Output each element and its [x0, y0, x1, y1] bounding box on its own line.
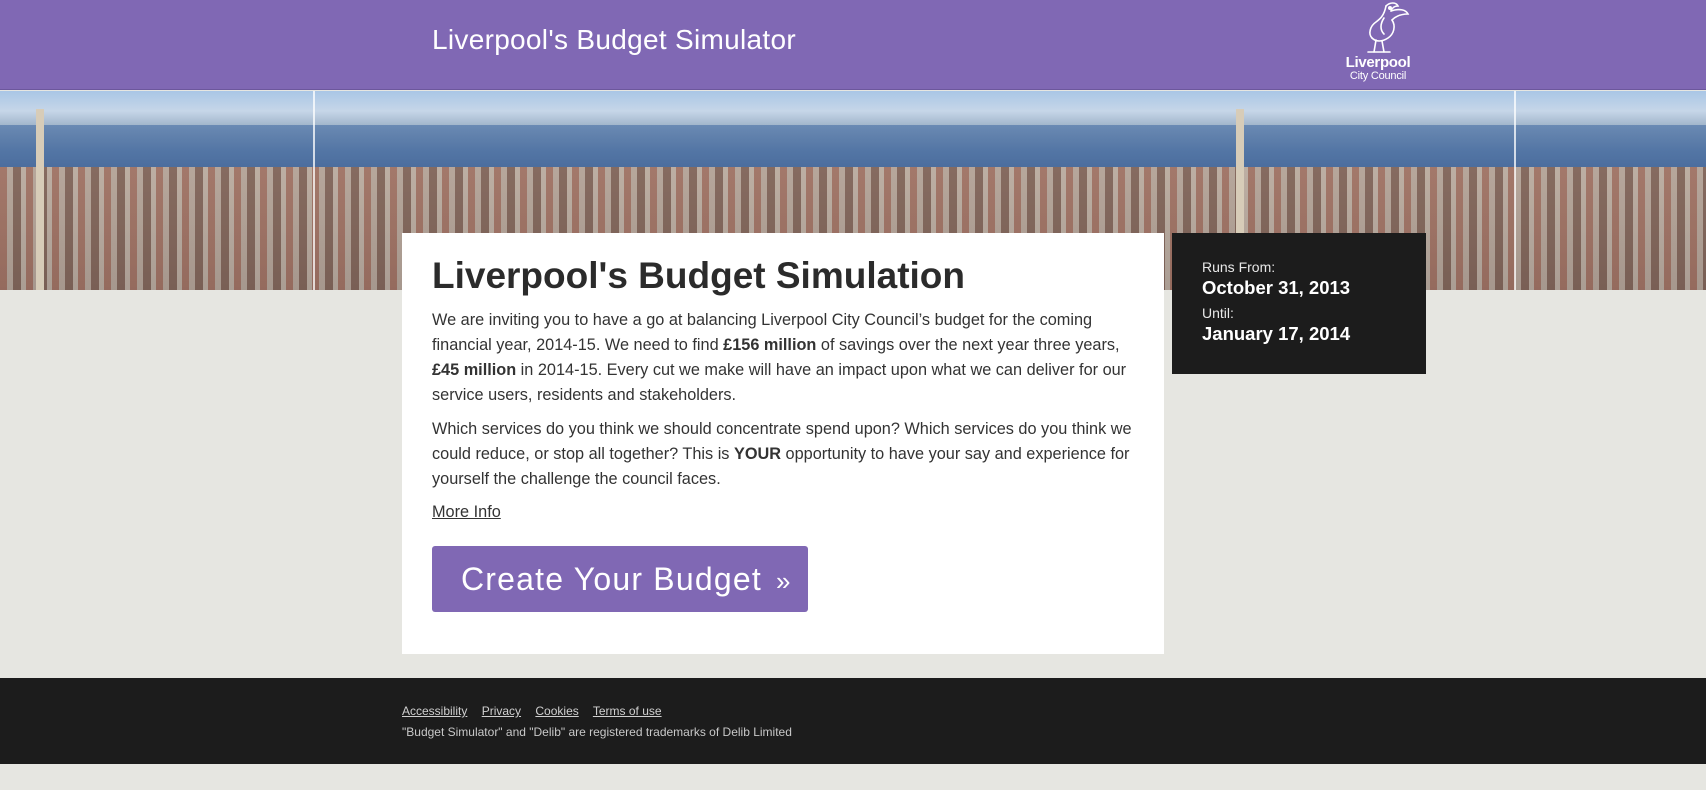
p2-highlight-your: YOUR [733, 445, 782, 463]
footer-link-privacy[interactable]: Privacy [482, 704, 521, 718]
council-logo[interactable]: Liverpool City Council [1338, 0, 1418, 88]
run-dates-panel: Runs From: October 31, 2013 Until: Janua… [1172, 233, 1426, 374]
intro-paragraph-1: We are inviting you to have a go at bala… [432, 308, 1137, 408]
runs-from-label: Runs From: [1202, 259, 1276, 275]
banner-divider-right [1514, 91, 1516, 290]
runs-from-date: October 31, 2013 [1202, 277, 1351, 298]
banner-tower-left [36, 109, 44, 290]
more-info-link[interactable]: More Info [432, 503, 501, 522]
create-budget-button[interactable]: Create Your Budget » [432, 546, 808, 612]
site-header: Liverpool's Budget Simulator Liverpool C… [0, 0, 1706, 90]
logo-text-liverpool: Liverpool [1345, 54, 1411, 71]
site-footer: Accessibility Privacy Cookies Terms of u… [0, 678, 1706, 764]
p1-highlight-45m: £45 million [432, 361, 517, 379]
footer-link-accessibility[interactable]: Accessibility [402, 704, 467, 718]
intro-paragraph-2: Which services do you think we should co… [432, 417, 1137, 492]
footer-links: Accessibility Privacy Cookies Terms of u… [402, 704, 673, 718]
p1-text-c: of savings over the next year three year… [816, 336, 1120, 354]
site-title: Liverpool's Budget Simulator [432, 24, 796, 55]
trademark-note: "Budget Simulator" and "Delib" are regis… [402, 725, 792, 739]
logo-text-city-council: City Council [1349, 70, 1407, 82]
footer-link-terms[interactable]: Terms of use [593, 704, 662, 718]
create-budget-label: Create Your Budget [461, 560, 762, 597]
p1-text-e: in 2014-15. Every cut we make will have … [432, 361, 1127, 404]
liver-bird-icon [1367, 2, 1410, 53]
until-label: Until: [1202, 305, 1234, 321]
footer-link-cookies[interactable]: Cookies [535, 704, 578, 718]
intro-card: Liverpool's Budget Simulation We are inv… [402, 233, 1164, 654]
banner-divider-left [313, 91, 315, 290]
chevron-right-icon: » [775, 565, 792, 596]
until-date: January 17, 2014 [1202, 323, 1351, 344]
p1-highlight-156m: £156 million [723, 336, 817, 354]
page-title: Liverpool's Budget Simulation [432, 255, 965, 296]
